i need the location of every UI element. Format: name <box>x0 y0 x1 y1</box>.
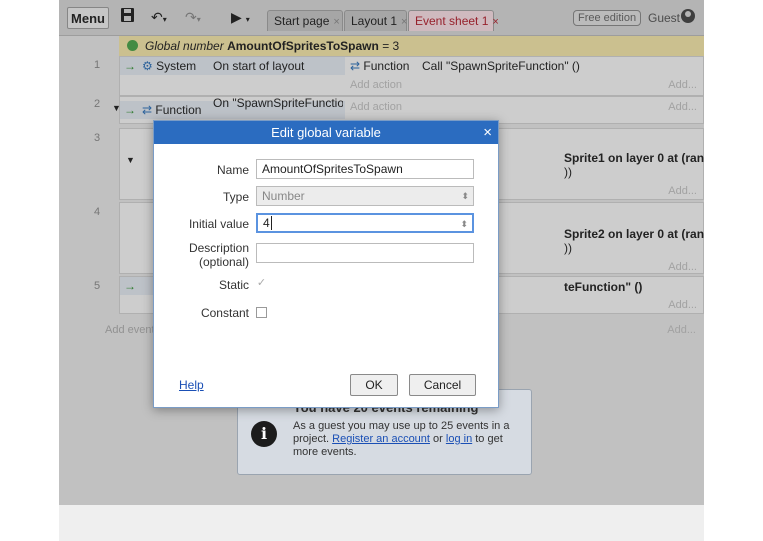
dialog-title-bar: Edit global variable × <box>154 121 498 144</box>
type-label: Type <box>222 190 249 204</box>
initial-value-field[interactable]: 4 ⬍ <box>256 213 474 233</box>
name-label: Name <box>216 163 249 177</box>
bottom-bar <box>59 505 704 541</box>
dialog-title: Edit global variable <box>271 125 381 140</box>
constant-label: Constant <box>200 306 249 320</box>
description-optional-text: (optional) <box>198 255 249 269</box>
cancel-button[interactable]: Cancel <box>409 374 476 396</box>
chevron-updown-icon: ⬍ <box>461 191 469 201</box>
construct-editor-window: Menu ↶▾ ↷▾ ▶ ▾ Start page × Layout 1 × Even… <box>59 0 704 505</box>
description-label-text: Description <box>188 241 249 255</box>
initial-value-label: Initial value <box>188 217 249 231</box>
text-cursor <box>270 216 272 230</box>
constant-checkbox[interactable] <box>256 307 267 318</box>
static-label: Static <box>218 278 249 292</box>
type-select[interactable]: Number ⬍ <box>256 186 474 206</box>
register-link[interactable]: Register an account <box>332 433 430 445</box>
ok-button[interactable]: OK <box>350 374 398 396</box>
close-icon[interactable]: × <box>483 121 492 144</box>
description-label: Description (optional) <box>164 241 249 269</box>
info-icon: i <box>251 421 277 447</box>
initial-value: 4 <box>263 216 270 230</box>
guest-notice-or: or <box>433 433 443 445</box>
static-checkbox[interactable]: ✓ <box>256 278 267 290</box>
name-field[interactable]: AmountOfSpritesToSpawn <box>256 159 474 179</box>
edit-global-variable-dialog: Edit global variable × Name AmountOfSpri… <box>153 120 499 408</box>
stepper-icon[interactable]: ⬍ <box>460 215 468 233</box>
type-value: Number <box>262 189 305 203</box>
guest-notice-text: As a guest you may use up to 25 events i… <box>293 420 528 459</box>
login-link[interactable]: log in <box>446 433 472 445</box>
help-link[interactable]: Help <box>179 378 204 392</box>
description-field[interactable] <box>256 243 474 263</box>
